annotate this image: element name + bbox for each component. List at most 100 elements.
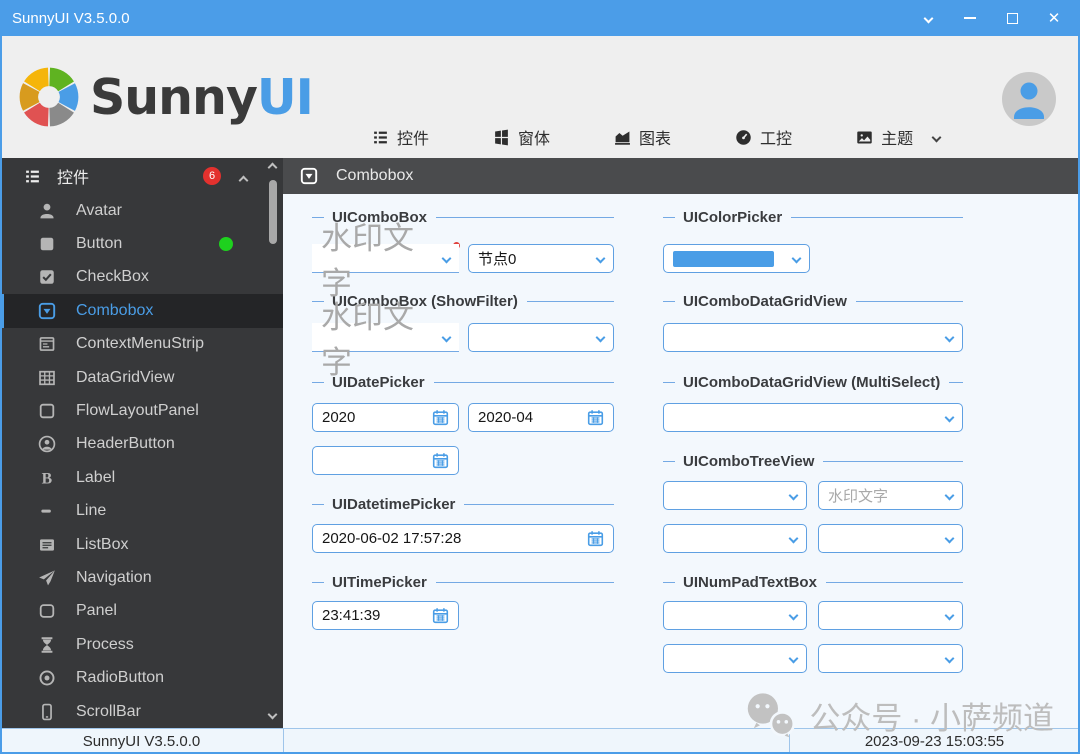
sidebar-item-checkbox[interactable]: CheckBox [0, 261, 283, 294]
numpadtextbox-1[interactable] [663, 601, 807, 630]
sidebar-item-line[interactable]: Line [0, 495, 283, 528]
maximize-button[interactable] [998, 5, 1026, 31]
chevron-down-icon[interactable] [931, 132, 942, 142]
combobox-watermark[interactable]: 水印文字 [312, 221, 459, 301]
sidebar-item-scrollbar[interactable]: ScrollBar [0, 695, 283, 728]
sidebar-item-panel[interactable]: Panel [0, 595, 283, 628]
chevron-down-icon [923, 13, 933, 23]
chevron-down-icon [441, 253, 452, 263]
combodatagridview[interactable] [663, 323, 963, 352]
close-button[interactable]: ✕ [1040, 5, 1068, 31]
sidebar-item-listbox[interactable]: ListBox [0, 528, 283, 561]
chevron-down-icon [791, 253, 802, 264]
date-value: 2020-04 [478, 409, 534, 426]
phone-icon [38, 703, 56, 721]
section-title-uicolorpicker: UIColorPicker [663, 208, 963, 226]
green-status-dot [219, 237, 233, 252]
minimize-button[interactable] [956, 5, 984, 31]
nav-label: 图表 [639, 131, 672, 148]
datetimepicker[interactable]: 2020-06-02 17:57:28 [312, 524, 614, 553]
sidebar-item-label: Process [76, 635, 134, 653]
calendar-icon [432, 409, 449, 426]
combobox-node[interactable]: 节点0 [468, 244, 614, 273]
sidebar-item-headerbutton[interactable]: HeaderButton [0, 428, 283, 461]
colorpicker[interactable] [663, 244, 810, 273]
nav-item-theme[interactable]: 主题 [856, 125, 913, 149]
datepicker-month[interactable]: 2020-04 [468, 403, 614, 432]
statusbar-divider [283, 729, 284, 754]
statusbar-version: SunnyUI V3.5.0.0 [82, 733, 201, 750]
sidebar-item-label[interactable]: B Label [0, 461, 283, 494]
numpadtextbox-3[interactable] [663, 644, 807, 673]
avatar[interactable] [1002, 72, 1056, 126]
maximize-icon [1006, 12, 1018, 24]
calendar-icon [432, 452, 449, 469]
color-swatch [673, 250, 774, 267]
nav-label: 工控 [760, 131, 793, 148]
combotreeview-1[interactable] [663, 481, 807, 510]
sidebar-item-label: Line [76, 502, 107, 520]
chevron-down-icon [788, 610, 799, 621]
chart-icon [614, 129, 631, 146]
chevron-down-icon [944, 332, 955, 343]
scroll-down-icon[interactable] [267, 709, 278, 720]
sidebar-item-radiobutton[interactable]: RadioButton [0, 661, 283, 694]
sidebar-item-avatar[interactable]: Avatar [0, 194, 283, 227]
time-value: 23:41:39 [322, 607, 381, 624]
sidebar-item-combobox[interactable]: Combobox [0, 294, 283, 328]
chevron-down-icon [944, 412, 955, 423]
combodatagridview-multiselect[interactable] [663, 403, 963, 432]
titlebar-dropdown-button[interactable] [914, 5, 942, 31]
numpadtextbox-2[interactable] [818, 601, 963, 630]
sidebar-item-flowlayoutpanel[interactable]: FlowLayoutPanel [0, 394, 283, 427]
nav-label: 控件 [397, 131, 430, 148]
sidebar-scrollbar[interactable] [264, 158, 282, 726]
collapse-button[interactable] [238, 171, 249, 189]
combo-value: 节点0 [478, 251, 517, 268]
nav-item-charts[interactable]: 图表 [614, 125, 671, 149]
sidebar-item-button[interactable]: Button [0, 227, 283, 260]
sidebar-item-label: Label [76, 468, 116, 486]
scroll-up-icon[interactable] [267, 162, 278, 173]
combotreeview-watermark[interactable]: 水印文字 [818, 481, 963, 510]
nav-label: 窗体 [518, 131, 551, 148]
app-header: SunnyUI 控件 窗体 图表 工控 主题 [0, 36, 1080, 158]
combobox-filter-empty[interactable] [468, 323, 614, 352]
statusbar-datetime: 2023-09-23 15:03:55 [864, 733, 1005, 750]
sidebar-item-process[interactable]: Process [0, 628, 283, 661]
chevron-up-icon [238, 175, 249, 186]
window-title: SunnyUI V3.5.0.0 [12, 9, 130, 27]
datepicker-year[interactable]: 2020 [312, 403, 459, 432]
combotreeview-3[interactable] [663, 524, 807, 553]
combobox-filter-watermark[interactable]: 水印文字 [312, 300, 459, 380]
close-icon: ✕ [1047, 9, 1061, 27]
nav-item-forms[interactable]: 窗体 [493, 125, 550, 149]
sidebar-item-datagridview[interactable]: DataGridView [0, 361, 283, 394]
numpadtextbox-4[interactable] [818, 644, 963, 673]
list-icon [24, 168, 41, 185]
checkbox-icon [38, 268, 56, 286]
scrollbar-thumb[interactable] [269, 180, 277, 244]
sunnyui-logo: SunnyUI [16, 64, 314, 130]
watermark-text: 水印文字 [321, 221, 414, 301]
titlebar[interactable]: SunnyUI V3.5.0.0 ✕ [0, 0, 1080, 36]
image-icon [856, 129, 873, 146]
combotreeview-4[interactable] [818, 524, 963, 553]
nav-item-industrial[interactable]: 工控 [735, 125, 792, 149]
datepicker-empty[interactable] [312, 446, 459, 475]
combobox-icon [38, 302, 56, 320]
main-nav: 控件 窗体 图表 工控 主题 [372, 125, 942, 149]
date-value: 2020 [322, 409, 356, 426]
sidebar-item-contextmenustrip[interactable]: ContextMenuStrip [0, 328, 283, 361]
timepicker[interactable]: 23:41:39 [312, 601, 459, 630]
sidebar-header[interactable]: 控件 6 [0, 158, 283, 194]
hourglass-icon [38, 636, 56, 654]
plane-icon [38, 569, 56, 587]
sidebar-item-label: ListBox [76, 535, 129, 553]
listbox-icon [38, 536, 56, 554]
user-circle-icon [38, 435, 56, 453]
nav-item-controls[interactable]: 控件 [372, 125, 429, 149]
windows-icon [493, 129, 510, 146]
bold-icon: B [38, 469, 56, 487]
sidebar-item-navigation[interactable]: Navigation [0, 561, 283, 594]
